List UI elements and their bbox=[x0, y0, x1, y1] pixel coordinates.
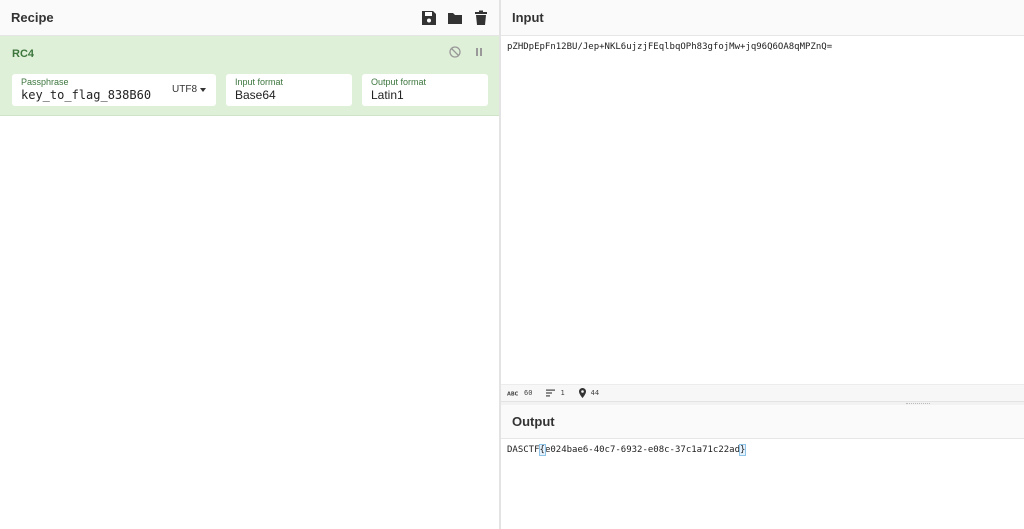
output-title: Output bbox=[512, 414, 555, 429]
lines-stat: 1 bbox=[546, 389, 565, 397]
recipe-header-icons bbox=[421, 10, 489, 26]
passphrase-field[interactable]: Passphrase key_to_flag_838B60… UTF8 bbox=[12, 74, 216, 106]
trash-icon[interactable] bbox=[473, 10, 489, 26]
input-textarea[interactable]: pZHDpEpFn12BU/Jep+NKL6ujzjFEqlbqOPh83gfo… bbox=[501, 36, 1024, 384]
encoding-dropdown[interactable]: UTF8 bbox=[172, 84, 206, 95]
recipe-pane: Recipe RC4 Passphrase key_to_flag_838B60… bbox=[0, 0, 499, 529]
length-value: 60 bbox=[524, 389, 533, 397]
map-pin-icon bbox=[578, 388, 586, 398]
lines-icon bbox=[546, 389, 556, 397]
recipe-header: Recipe bbox=[0, 0, 499, 36]
rc4-operation[interactable]: RC4 Passphrase key_to_flag_838B60… UTF8 … bbox=[0, 36, 499, 116]
lines-value: 1 bbox=[560, 389, 565, 397]
length-stat: ABC 60 bbox=[507, 389, 532, 397]
encoding-value: UTF8 bbox=[172, 84, 197, 95]
output-body: e024bae6-40c7-6932-e08c-37c1a71c22ad bbox=[544, 445, 741, 455]
output-format-value[interactable]: Latin1 bbox=[371, 87, 479, 104]
output-format-field[interactable]: Output format Latin1 bbox=[362, 74, 488, 106]
output-textarea[interactable]: DASCTF{e024bae6-40c7-6932-e08c-37c1a71c2… bbox=[501, 440, 1024, 529]
save-icon[interactable] bbox=[421, 10, 437, 26]
output-format-label: Output format bbox=[371, 77, 427, 87]
output-prefix: DASCTF bbox=[507, 445, 540, 455]
operation-title: RC4 bbox=[12, 48, 35, 60]
input-header: Input bbox=[501, 0, 1024, 36]
passphrase-input[interactable]: key_to_flag_838B60… bbox=[21, 87, 151, 104]
folder-icon[interactable] bbox=[447, 10, 463, 26]
input-title: Input bbox=[512, 10, 544, 25]
input-format-value[interactable]: Base64 bbox=[235, 87, 343, 104]
input-text: pZHDpEpFn12BU/Jep+NKL6ujzjFEqlbqOPh83gfo… bbox=[507, 42, 833, 52]
svg-text:ABC: ABC bbox=[507, 392, 519, 397]
input-format-label: Input format bbox=[235, 77, 284, 87]
position-value: 44 bbox=[590, 389, 600, 397]
chevron-down-icon bbox=[200, 87, 206, 92]
operation-controls bbox=[449, 46, 485, 58]
input-format-field[interactable]: Input format Base64 bbox=[226, 74, 352, 106]
disable-icon[interactable] bbox=[449, 46, 461, 58]
output-header: Output bbox=[501, 405, 1024, 439]
close-brace: } bbox=[738, 444, 747, 456]
recipe-title: Recipe bbox=[11, 10, 54, 25]
io-pane: Input pZHDpEpFn12BU/Jep+NKL6ujzjFEqlbqOP… bbox=[501, 0, 1024, 529]
abc-icon: ABC bbox=[507, 392, 519, 397]
pause-icon[interactable] bbox=[473, 46, 485, 58]
input-status-bar: ABC 60 1 44 bbox=[501, 384, 1024, 401]
position-stat: 44 bbox=[578, 388, 600, 398]
